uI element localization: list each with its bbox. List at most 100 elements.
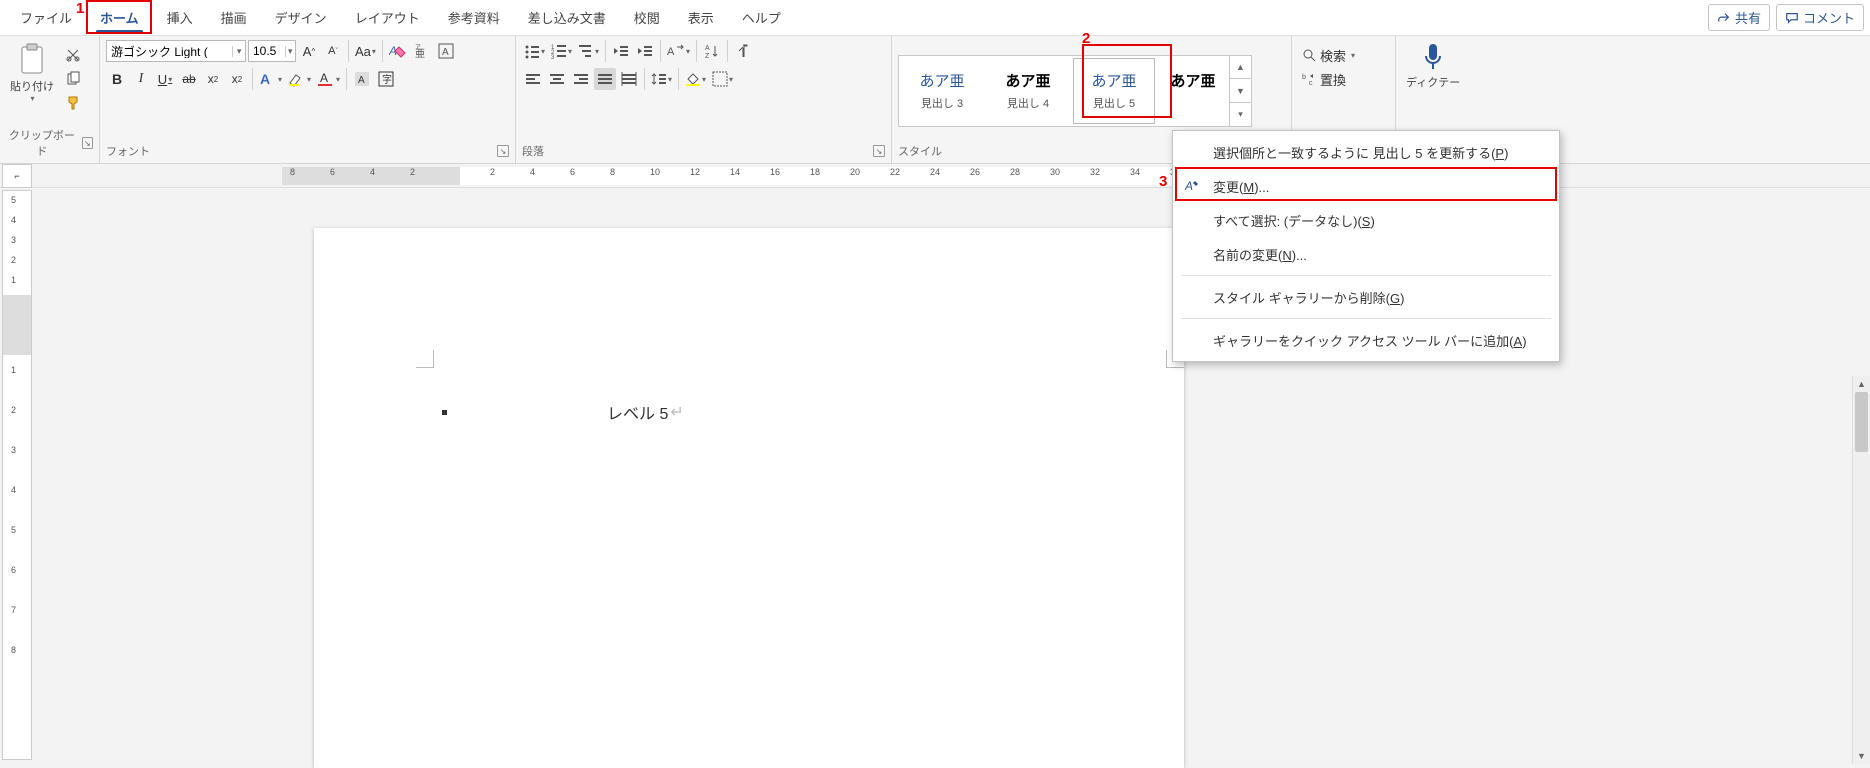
shading-button[interactable]: ▾ — [683, 68, 708, 90]
document-line[interactable]: レベル 5 ↵ — [442, 400, 684, 424]
font-size-input[interactable] — [249, 44, 285, 58]
paste-button[interactable]: 貼り付け ▾ — [6, 40, 58, 105]
font-dialog-launcher[interactable]: ↘ — [497, 145, 509, 157]
char-border-button[interactable]: 字 — [375, 68, 397, 90]
char-border-icon: 字 — [378, 71, 394, 87]
ruler-tick: 1 — [11, 365, 16, 375]
tab-review[interactable]: 校閲 — [624, 2, 670, 33]
tab-home[interactable]: ホーム — [90, 2, 149, 33]
font-family-combo[interactable]: ▾ — [106, 40, 246, 62]
ruler-tick: 5 — [11, 195, 16, 205]
line-spacing-button[interactable]: ▾ — [649, 68, 674, 90]
vertical-ruler[interactable]: 5 4 3 2 1 1 2 3 4 5 6 7 8 — [2, 190, 32, 760]
scroll-thumb[interactable] — [1855, 392, 1868, 452]
ctx-update-to-match[interactable]: 選択個所と一致するように 見出し 5 を更新する(P) — [1173, 135, 1559, 169]
scissors-icon — [65, 47, 81, 63]
format-painter-button[interactable] — [62, 92, 84, 114]
paragraph-dialog-launcher[interactable]: ↘ — [873, 145, 885, 157]
style-heading6[interactable]: あア亜 見出し — [1157, 56, 1229, 126]
comment-button[interactable]: コメント — [1776, 4, 1864, 31]
ruler-tick: 2 — [410, 167, 415, 177]
gallery-up-button[interactable]: ▲ — [1230, 56, 1251, 80]
align-center-icon — [549, 71, 565, 87]
style-heading4[interactable]: あア亜 見出し 4 — [985, 56, 1071, 126]
chevron-down-icon[interactable]: ▾ — [232, 46, 245, 57]
phonetic-guide-button[interactable]: ア亜 — [411, 40, 433, 62]
bullets-button[interactable]: ▾ — [522, 40, 547, 62]
tab-mailings[interactable]: 差し込み文書 — [518, 2, 616, 33]
horizontal-ruler[interactable]: 8 6 4 2 2 4 6 8 10 12 14 16 18 20 22 24 … — [32, 167, 1870, 185]
page[interactable]: レベル 5 ↵ — [314, 228, 1184, 768]
modify-icon: A — [1183, 178, 1203, 194]
find-button[interactable]: 検索▾ — [1298, 44, 1359, 66]
align-left-button[interactable] — [522, 68, 544, 90]
numbering-icon: 123 — [551, 43, 567, 59]
enclose-chars-button[interactable]: A — [435, 40, 457, 62]
ctx-remove-from-gallery[interactable]: スタイル ギャラリーから削除(G) — [1173, 280, 1559, 314]
style-heading3[interactable]: あア亜 見出し 3 — [899, 56, 985, 126]
tab-insert[interactable]: 挿入 — [157, 2, 203, 33]
ruler-tick: 8 — [11, 645, 16, 655]
tab-design[interactable]: デザイン — [265, 2, 337, 33]
italic-button[interactable]: I — [130, 68, 152, 90]
tab-references[interactable]: 参考資料 — [438, 2, 510, 33]
text-direction-button[interactable]: A▾ — [665, 40, 692, 62]
strikethrough-button[interactable]: ab — [178, 68, 200, 90]
share-button[interactable]: 共有 — [1708, 4, 1770, 31]
distribute-icon — [621, 71, 637, 87]
tab-help[interactable]: ヘルプ — [732, 2, 791, 33]
ctx-modify[interactable]: A 変更(M)... — [1173, 169, 1559, 203]
ruler-corner[interactable]: ⌐ — [2, 164, 32, 188]
increase-indent-button[interactable] — [634, 40, 656, 62]
font-size-combo[interactable]: ▾ — [248, 40, 296, 62]
tab-layout[interactable]: レイアウト — [345, 2, 430, 33]
clear-formatting-button[interactable]: A — [387, 40, 409, 62]
copy-icon — [65, 71, 81, 87]
gallery-down-button[interactable]: ▼ — [1230, 79, 1251, 103]
align-right-button[interactable] — [570, 68, 592, 90]
chevron-down-icon: ▾ — [30, 94, 34, 103]
replace-button[interactable]: bc 置換 — [1298, 68, 1350, 90]
change-case-button[interactable]: Aa▾ — [353, 40, 378, 62]
document-area[interactable]: レベル 5 ↵ — [34, 188, 1870, 764]
underline-button[interactable]: U▾ — [154, 68, 176, 90]
dictate-button[interactable]: ディクテー — [1402, 40, 1464, 92]
ruler-area: ⌐ 8 6 4 2 2 4 6 8 10 12 14 16 18 20 22 2… — [0, 164, 1870, 188]
grow-font-button[interactable]: A^ — [298, 40, 320, 62]
multilevel-list-button[interactable]: ▾ — [576, 40, 601, 62]
gallery-more-button[interactable]: ▾ — [1230, 103, 1251, 126]
shrink-font-button[interactable]: Aˇ — [322, 40, 344, 62]
comment-icon — [1785, 11, 1799, 25]
distribute-button[interactable] — [618, 68, 640, 90]
bold-button[interactable]: B — [106, 68, 128, 90]
copy-button[interactable] — [62, 68, 84, 90]
tab-file[interactable]: ファイル — [10, 2, 82, 33]
sort-button[interactable]: AZ — [701, 40, 723, 62]
style-heading5[interactable]: あア亜 見出し 5 — [1071, 56, 1157, 126]
numbering-button[interactable]: 123▾ — [549, 40, 574, 62]
scroll-up-button[interactable]: ▲ — [1853, 376, 1870, 392]
align-justify-button[interactable] — [594, 68, 616, 90]
clipboard-dialog-launcher[interactable]: ↘ — [82, 137, 93, 149]
font-color-button[interactable]: A▾ — [315, 68, 342, 90]
comment-label: コメント — [1803, 8, 1855, 27]
text-effects-button[interactable]: A▾ — [257, 68, 284, 90]
tab-draw[interactable]: 描画 — [211, 2, 257, 33]
scroll-down-button[interactable]: ▼ — [1853, 748, 1870, 764]
borders-button[interactable]: ▾ — [710, 68, 735, 90]
char-shading-button[interactable]: A — [351, 68, 373, 90]
highlight-button[interactable]: ▾ — [286, 68, 313, 90]
ctx-select-all[interactable]: すべて選択: (データなし)(S) — [1173, 203, 1559, 237]
ctx-rename[interactable]: 名前の変更(N)... — [1173, 237, 1559, 271]
chevron-down-icon[interactable]: ▾ — [285, 46, 295, 57]
superscript-button[interactable]: x2 — [226, 68, 248, 90]
ctx-add-to-qat[interactable]: ギャラリーをクイック アクセス ツール バーに追加(A) — [1173, 323, 1559, 357]
vertical-scrollbar[interactable]: ▲ ▼ — [1852, 376, 1870, 764]
show-marks-button[interactable] — [732, 40, 754, 62]
font-family-input[interactable] — [107, 44, 232, 58]
subscript-button[interactable]: x2 — [202, 68, 224, 90]
cut-button[interactable] — [62, 44, 84, 66]
tab-view[interactable]: 表示 — [678, 2, 724, 33]
decrease-indent-button[interactable] — [610, 40, 632, 62]
align-center-button[interactable] — [546, 68, 568, 90]
